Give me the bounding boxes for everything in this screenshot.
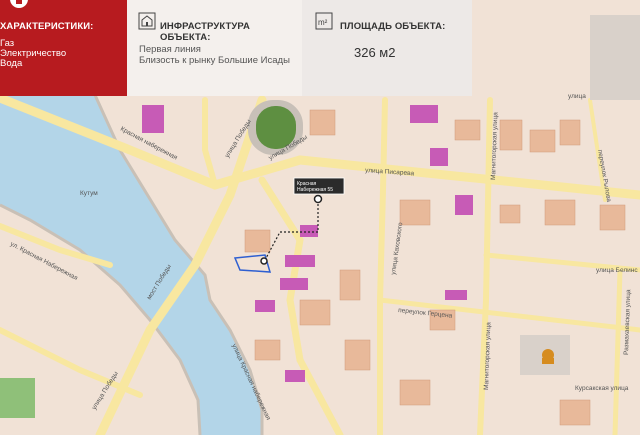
street-label: улица Белинс: [596, 267, 638, 274]
infrastructure-item: Первая линия: [139, 44, 201, 55]
features-panel: ХАРАКТЕРИСТИКИ: Газ Электричество Вода: [0, 0, 127, 96]
park-area: [0, 378, 35, 418]
river-label: Кутум: [80, 190, 98, 197]
object-point[interactable]: [260, 257, 268, 265]
marker-label[interactable]: Красная Набережная 55: [293, 177, 345, 195]
logo-icon: [10, 0, 28, 8]
infrastructure-list: Первая линия Близость к рынку Большие Ис…: [139, 44, 290, 66]
area-value: 326 м2: [354, 45, 396, 60]
church-icon: [542, 349, 554, 364]
area-icon-text: m²: [318, 18, 328, 27]
street-label: Курсакская улица: [575, 385, 629, 392]
gray-building: [590, 15, 640, 100]
marker-anchor: [313, 194, 323, 204]
infrastructure-item: Близость к рынку Большие Исады: [139, 55, 290, 66]
features-list: Газ Электричество Вода: [0, 39, 66, 69]
features-title: ХАРАКТЕРИСТИКИ:: [0, 21, 94, 32]
infrastructure-title: ИНФРАСТРУКТУРА ОБЪЕКТА:: [160, 21, 250, 43]
infrastructure-panel: ИНФРАСТРУКТУРА ОБЪЕКТА: Первая линия Бли…: [127, 0, 302, 96]
street-label: улица: [568, 93, 586, 100]
marker-label-line2: Набережная 55: [297, 187, 333, 193]
area-panel: m² ПЛОЩАДЬ ОБЪЕКТА: 326 м2: [302, 0, 472, 96]
area-m2-icon: m²: [315, 12, 333, 30]
feature-item: Вода: [0, 58, 23, 69]
area-title: ПЛОЩАДЬ ОБЪЕКТА:: [340, 21, 446, 32]
building-icon: [138, 12, 156, 30]
